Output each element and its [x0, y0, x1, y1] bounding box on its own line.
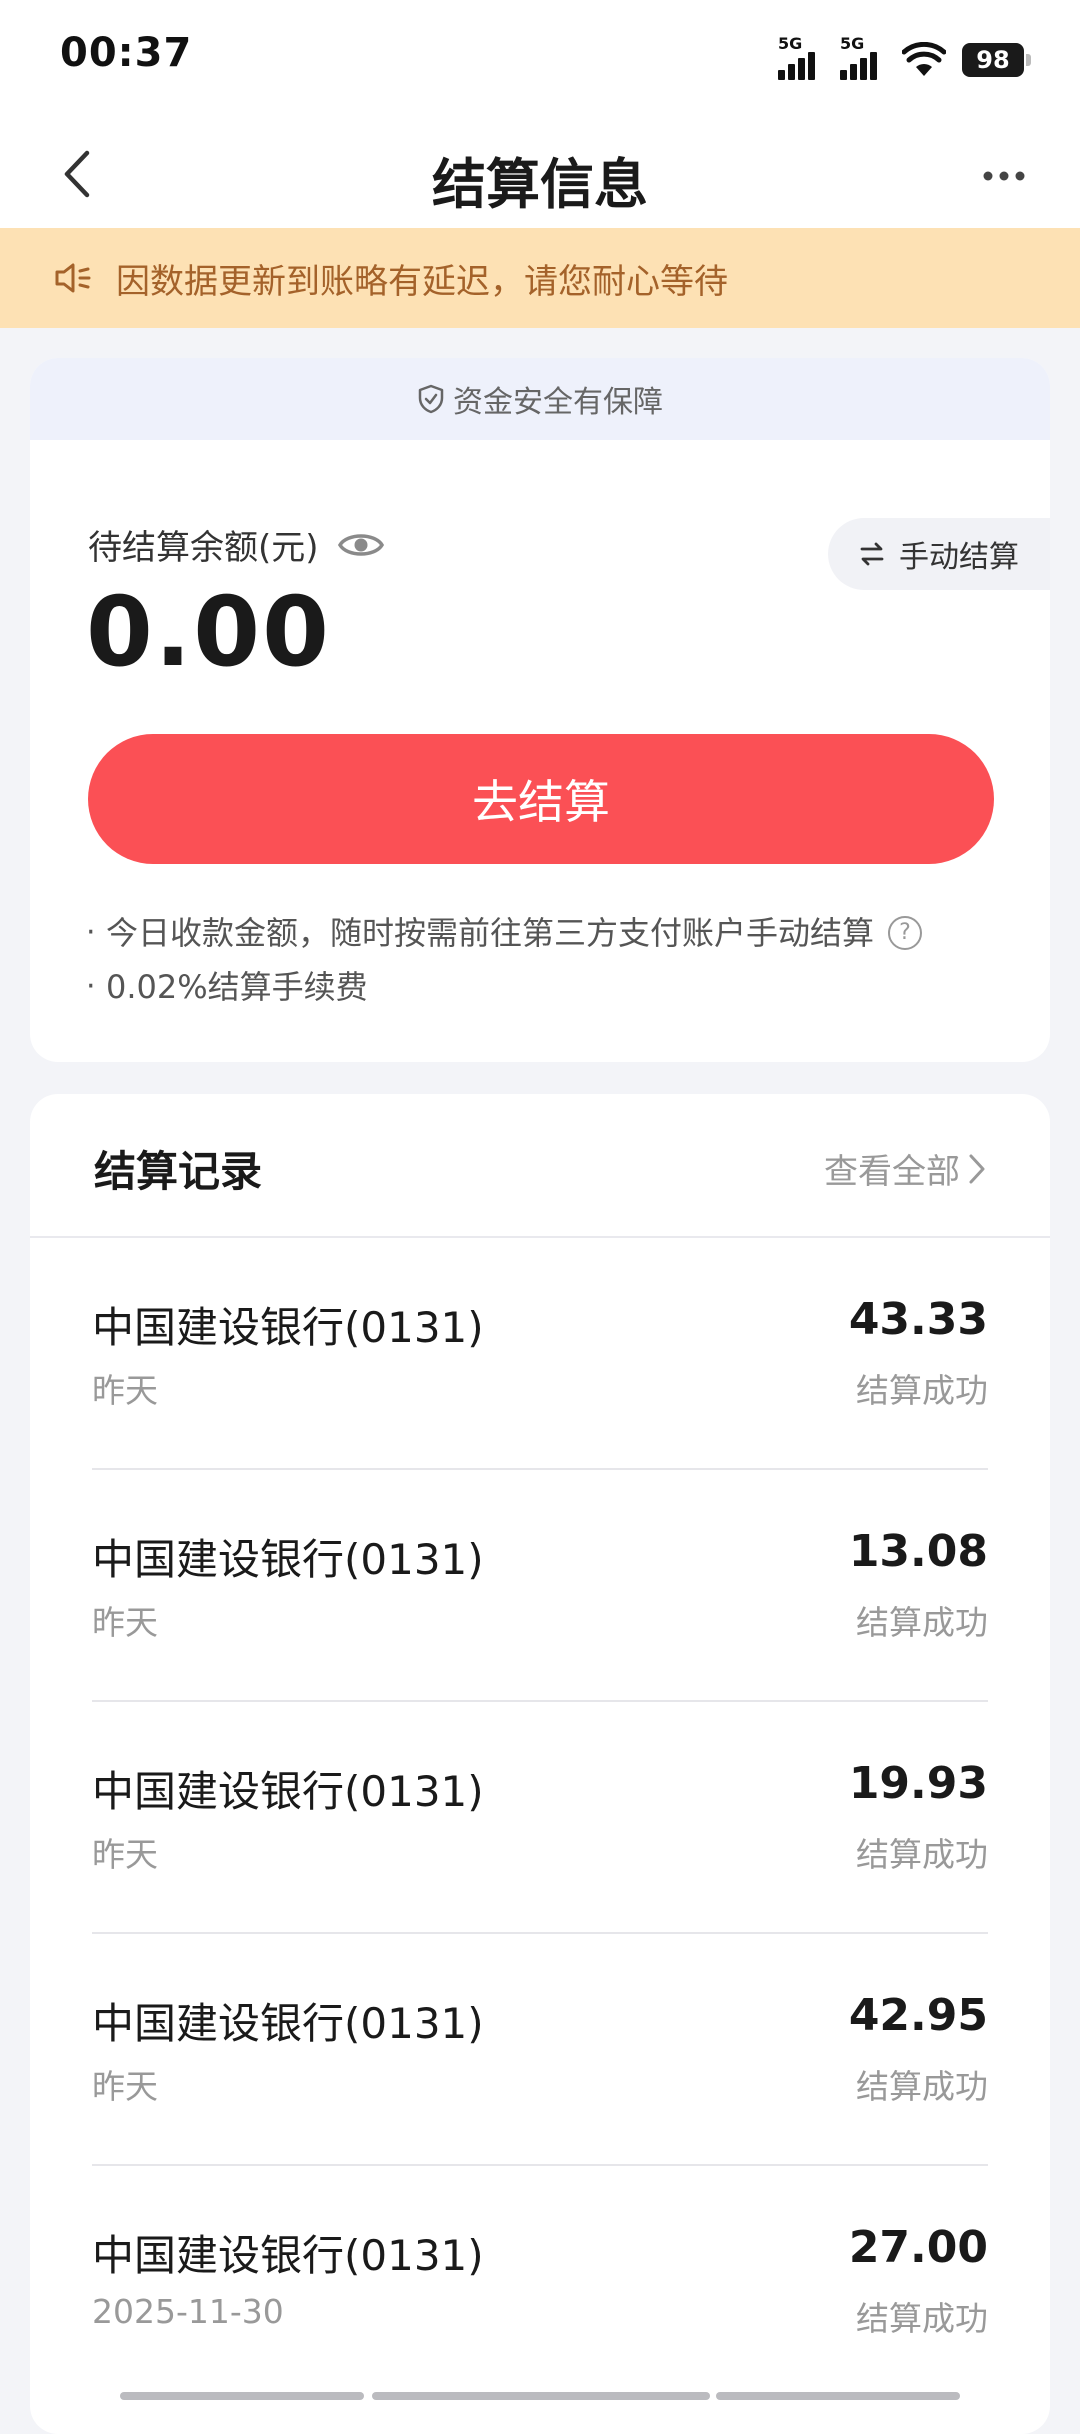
record-bank: 中国建设银行(0131)	[92, 1535, 484, 1584]
tip-text: 今日收款金额，随时按需前往第三方支付账户手动结算	[106, 914, 875, 952]
chevron-right-icon	[969, 1154, 985, 1183]
security-text: 资金安全有保障	[453, 385, 663, 420]
nav-bar: 结算信息	[0, 120, 1080, 228]
record-amount: 42.95	[848, 1990, 988, 2041]
view-all-link[interactable]: 查看全部	[824, 1144, 986, 1193]
page-title: 结算信息	[432, 153, 648, 216]
sim2-label: 5G	[840, 34, 865, 53]
question-icon[interactable]: ?	[888, 916, 923, 950]
tip-item: · 0.02%结算手续费	[86, 960, 1010, 1014]
partial-next-row	[0, 2386, 1080, 2400]
record-row[interactable]: 中国建设银行(0131) 昨天 43.33 结算成功	[92, 1238, 988, 1470]
record-status: 结算成功	[856, 2299, 988, 2338]
shield-check-icon	[418, 384, 444, 414]
record-row[interactable]: 中国建设银行(0131) 昨天 13.08 结算成功	[92, 1470, 988, 1702]
record-amount: 27.00	[848, 2222, 988, 2273]
settle-tips: · 今日收款金额，随时按需前往第三方支付账户手动结算 ? · 0.02%结算手续…	[86, 906, 1010, 1014]
go-settle-button[interactable]: 去结算	[88, 734, 994, 864]
record-row[interactable]: 中国建设银行(0131) 昨天 19.93 结算成功	[92, 1702, 988, 1934]
status-icons: 5G 5G 98	[778, 34, 1031, 82]
records-title: 结算记录	[94, 1147, 263, 1196]
balance-card: 资金安全有保障 待结算余额(元) 0.00 手动结算 去结算 · 今日收款金额，…	[30, 358, 1050, 1062]
balance-label: 待结算余额(元)	[88, 528, 319, 568]
record-bank: 中国建设银行(0131)	[92, 2231, 484, 2280]
wifi-icon	[902, 42, 946, 76]
record-date: 昨天	[92, 1371, 158, 1410]
record-status: 结算成功	[856, 1603, 988, 1642]
record-bank: 中国建设银行(0131)	[92, 1767, 484, 1816]
notice-bar: 因数据更新到账略有延迟，请您耐心等待	[0, 228, 1080, 328]
record-bank: 中国建设银行(0131)	[92, 1303, 484, 1352]
record-row[interactable]: 中国建设银行(0131) 昨天 42.95 结算成功	[92, 1934, 988, 2166]
record-date: 昨天	[92, 1835, 158, 1874]
eye-icon[interactable]	[337, 528, 385, 562]
battery-icon: 98	[962, 43, 1031, 77]
balance-label-row: 待结算余额(元)	[88, 520, 385, 569]
record-status: 结算成功	[856, 2067, 988, 2106]
sim1-label: 5G	[778, 34, 803, 53]
records-list: 中国建设银行(0131) 昨天 43.33 结算成功 中国建设银行(0131) …	[30, 1238, 1050, 2396]
record-date: 2025-11-30	[92, 2292, 284, 2331]
swap-arrows-icon	[860, 542, 884, 566]
tip-item: · 今日收款金额，随时按需前往第三方支付账户手动结算 ?	[86, 906, 1010, 960]
view-all-label: 查看全部	[824, 1152, 960, 1192]
speaker-icon	[54, 258, 94, 298]
records-header: 结算记录 查看全部	[30, 1094, 1050, 1238]
signal-icon: 5G	[840, 34, 886, 80]
record-status: 结算成功	[856, 1371, 988, 1410]
more-dots-icon	[983, 171, 1025, 181]
balance-value: 0.00	[86, 576, 331, 688]
record-amount: 19.93	[848, 1758, 988, 1809]
manual-settle-label: 手动结算	[899, 540, 1019, 575]
tip-text: 0.02%结算手续费	[106, 968, 368, 1006]
record-date: 昨天	[92, 2067, 158, 2106]
more-button[interactable]	[976, 148, 1032, 204]
manual-settle-button[interactable]: 手动结算	[828, 518, 1050, 590]
signal-icon: 5G	[778, 34, 824, 80]
notice-text: 因数据更新到账略有延迟，请您耐心等待	[116, 261, 728, 302]
record-row[interactable]: 中国建设银行(0131) 2025-11-30 27.00 结算成功	[92, 2166, 988, 2396]
record-amount: 13.08	[848, 1526, 988, 1577]
status-bar: 00:37 5G 5G 98	[0, 0, 1080, 120]
status-time: 00:37	[60, 30, 193, 76]
record-date: 昨天	[92, 1603, 158, 1642]
record-status: 结算成功	[856, 1835, 988, 1874]
record-bank: 中国建设银行(0131)	[92, 1999, 484, 2048]
record-amount: 43.33	[848, 1294, 988, 1345]
security-banner: 资金安全有保障	[30, 358, 1050, 440]
settlement-records-card: 结算记录 查看全部 中国建设银行(0131) 昨天 43.33 结算成功 中国建…	[30, 1094, 1050, 2434]
